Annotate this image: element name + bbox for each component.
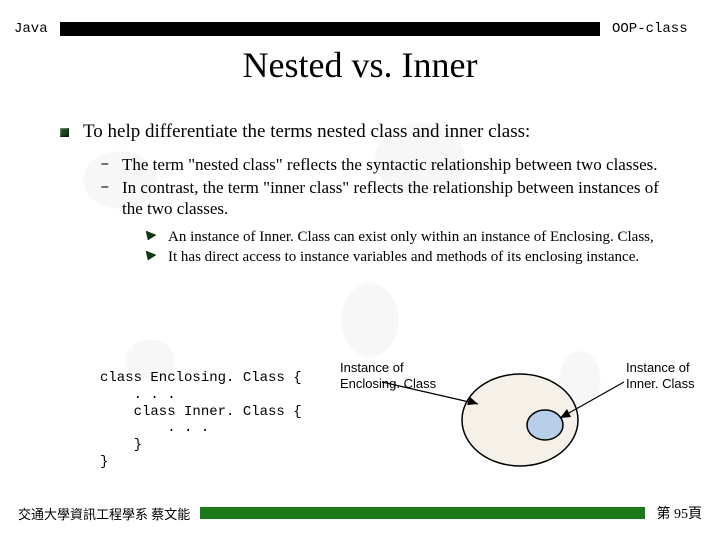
inner-ellipse-icon (527, 410, 563, 440)
subsub-bullet-row: An instance of Inner. Class can exist on… (146, 228, 680, 247)
inner-label-line2: Inner. Class (626, 376, 695, 391)
square-bullet-icon (60, 128, 69, 137)
footer-green-bar (200, 507, 644, 519)
header-left-label: Java (0, 21, 60, 37)
main-bullet-row: To help differentiate the terms nested c… (60, 120, 680, 144)
dash-bullet-icon: – (100, 178, 122, 196)
outer-label-line1: Instance of (340, 360, 404, 375)
inner-label-line1: Instance of (626, 360, 690, 375)
triangle-bullet-icon (146, 231, 158, 243)
sub-bullet-row: – In contrast, the term "inner class" re… (100, 177, 680, 220)
footer-page-number: 第 95頁 (645, 503, 720, 523)
triangle-bullet-icon (146, 251, 158, 263)
sub-bullet-text: In contrast, the term "inner class" refl… (122, 177, 680, 220)
subsub-bullet-list: An instance of Inner. Class can exist on… (146, 228, 680, 268)
slide-header: Java OOP-class (0, 20, 720, 38)
header-black-bar (60, 22, 600, 36)
slide-title: Nested vs. Inner (0, 44, 720, 86)
sub-bullet-row: – The term "nested class" reflects the s… (100, 154, 680, 175)
code-snippet: class Enclosing. Class { . . . class Inn… (100, 370, 302, 471)
sub-bullet-text: The term "nested class" reflects the syn… (122, 154, 658, 175)
instance-diagram: Instance of Enclosing. Class Instance of… (340, 360, 700, 480)
sub-bullet-list: – The term "nested class" reflects the s… (100, 154, 680, 220)
slide-content: To help differentiate the terms nested c… (60, 120, 680, 269)
subsub-bullet-text: It has direct access to instance variabl… (168, 248, 639, 267)
subsub-bullet-row: It has direct access to instance variabl… (146, 248, 680, 267)
slide-footer: 交通大學資訊工程學系 蔡文能 第 95頁 (0, 504, 720, 522)
outer-label-line2: Enclosing. Class (340, 376, 437, 391)
main-bullet-text: To help differentiate the terms nested c… (83, 120, 530, 144)
footer-left-text: 交通大學資訊工程學系 蔡文能 (0, 504, 200, 523)
dash-bullet-icon: – (100, 155, 122, 173)
subsub-bullet-text: An instance of Inner. Class can exist on… (168, 228, 654, 247)
header-right-label: OOP-class (600, 21, 720, 37)
